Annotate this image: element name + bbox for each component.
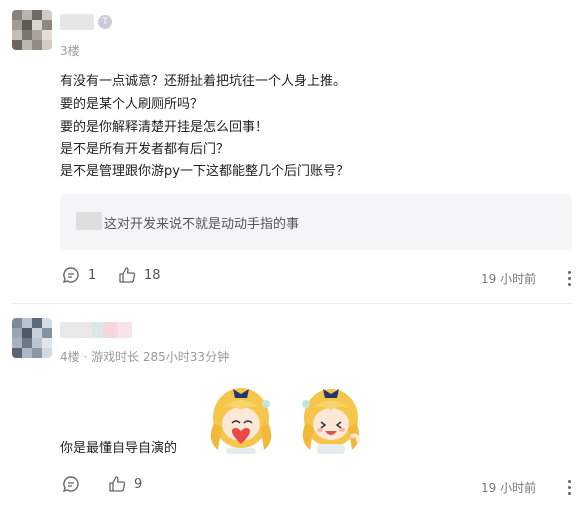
anime-girl-heart-sticker: [210, 388, 272, 454]
comment-line: 要的是你解释清楚开挂是怎么回事！: [60, 120, 269, 135]
reply-button[interactable]: [62, 475, 80, 493]
comment-icon: [62, 267, 79, 284]
quoted-username-blurred: [76, 212, 102, 230]
avatar[interactable]: [12, 10, 52, 50]
comment-line: 要的是某个人刷厕所吗？: [60, 97, 204, 112]
reply-count: 1: [88, 267, 97, 283]
quoted-reply[interactable]: 这对开发来说不就是动动手指的事: [60, 194, 572, 250]
thumbs-up-icon: [109, 476, 126, 492]
username-blurred[interactable]: [60, 14, 94, 30]
username-blurred[interactable]: [60, 322, 132, 338]
user-badge-icon: T: [98, 15, 112, 29]
like-count: 9: [134, 476, 143, 492]
reply-button[interactable]: 1: [62, 266, 96, 284]
divider: [12, 303, 572, 304]
comment-line: 有没有一点诚意？还掰扯着把坑往一个人身上推。: [60, 74, 347, 89]
anime-girl-laugh-sticker: [302, 389, 360, 454]
more-vertical-icon[interactable]: [561, 270, 577, 286]
floor-meta: 4楼 · 游戏时长 285小时33分钟: [60, 350, 230, 364]
quoted-text: 这对开发来说不就是动动手指的事: [104, 217, 300, 232]
avatar[interactable]: [12, 318, 52, 358]
comment-line: 是不是所有开发者都有后门？: [60, 142, 230, 157]
floor-label: 3楼: [60, 44, 80, 58]
comment-text: 你是最懂自导自演的: [60, 441, 178, 456]
like-count: 18: [144, 267, 161, 283]
more-vertical-icon[interactable]: [561, 479, 577, 495]
timestamp: 19 小时前: [481, 481, 537, 495]
thumbs-up-icon: [119, 267, 136, 283]
comment-line: 是不是管理跟你游py一下这都能整几个后门账号？: [60, 164, 349, 179]
timestamp: 19 小时前: [481, 272, 537, 286]
like-button[interactable]: 9: [108, 475, 142, 493]
comment-icon: [62, 476, 79, 493]
like-button[interactable]: 18: [118, 266, 161, 284]
